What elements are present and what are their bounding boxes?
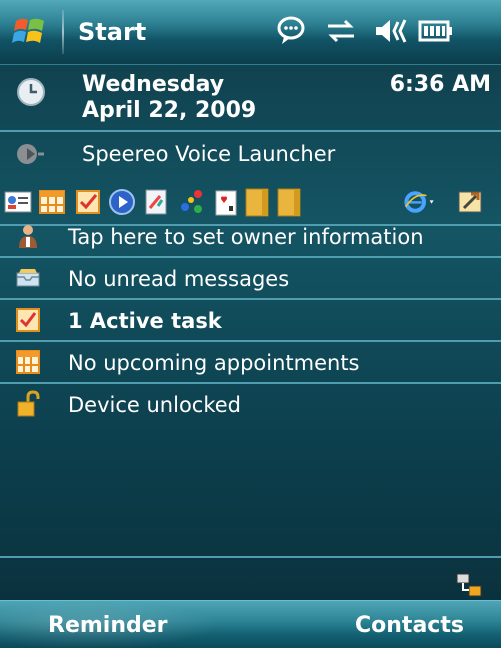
tools-icon[interactable] [454, 186, 486, 218]
title-bar: Start [0, 0, 501, 65]
internet-explorer-icon[interactable] [404, 186, 436, 218]
task-icon [16, 308, 40, 332]
folder-icon[interactable] [242, 186, 274, 218]
notes-icon[interactable] [140, 186, 172, 218]
bottom-divider [0, 556, 501, 558]
datetime-row[interactable]: Wednesday April 22, 2009 6:36 AM [0, 64, 501, 132]
calendar-icon [16, 350, 40, 374]
games-icon[interactable] [176, 186, 208, 218]
solitaire-icon[interactable] [210, 186, 242, 218]
clock-icon [17, 78, 45, 106]
contacts-icon[interactable] [2, 186, 34, 218]
start-windows-icon[interactable] [10, 12, 50, 52]
voice-launcher-icon [17, 144, 44, 164]
inbox-icon [16, 269, 40, 287]
appointments-row[interactable]: No upcoming appointments [0, 342, 501, 384]
appointments-label: No upcoming appointments [68, 351, 360, 375]
voice-launcher-label: Speereo Voice Launcher [82, 142, 336, 166]
today-screen: Start Wednesday April 22, 2009 6:36 AM S… [0, 0, 501, 648]
battery-icon[interactable] [416, 12, 454, 50]
softkey-bar: Reminder Contacts [0, 600, 501, 648]
tasks-label: 1 Active task [68, 309, 222, 333]
contacts-softkey[interactable]: Contacts [355, 613, 464, 638]
date-text: April 22, 2009 [82, 98, 257, 123]
day-text: Wednesday [82, 72, 225, 97]
tasks-row[interactable]: 1 Active task [0, 300, 501, 342]
folder-icon-2[interactable] [274, 186, 306, 218]
notification-icon[interactable] [272, 12, 310, 50]
sync-status-icon[interactable] [455, 570, 485, 600]
calendar-icon[interactable] [36, 186, 68, 218]
media-player-icon[interactable] [106, 186, 138, 218]
messages-label: No unread messages [68, 267, 290, 291]
lock-icon [17, 390, 40, 417]
tasks-icon[interactable] [72, 186, 104, 218]
owner-info-label: Tap here to set owner information [68, 225, 424, 249]
volume-icon[interactable] [372, 12, 410, 50]
device-lock-row[interactable]: Device unlocked [0, 384, 501, 424]
connectivity-icon[interactable] [322, 12, 360, 50]
voice-launcher-row[interactable]: Speereo Voice Launcher [0, 132, 501, 176]
owner-icon [19, 225, 37, 248]
start-title[interactable]: Start [78, 18, 146, 46]
owner-info-row[interactable]: Tap here to set owner information [0, 216, 501, 258]
reminder-softkey[interactable]: Reminder [48, 613, 168, 638]
messages-row[interactable]: No unread messages [0, 258, 501, 300]
title-separator [62, 10, 64, 54]
time-text: 6:36 AM [389, 72, 491, 97]
device-lock-label: Device unlocked [68, 393, 242, 417]
